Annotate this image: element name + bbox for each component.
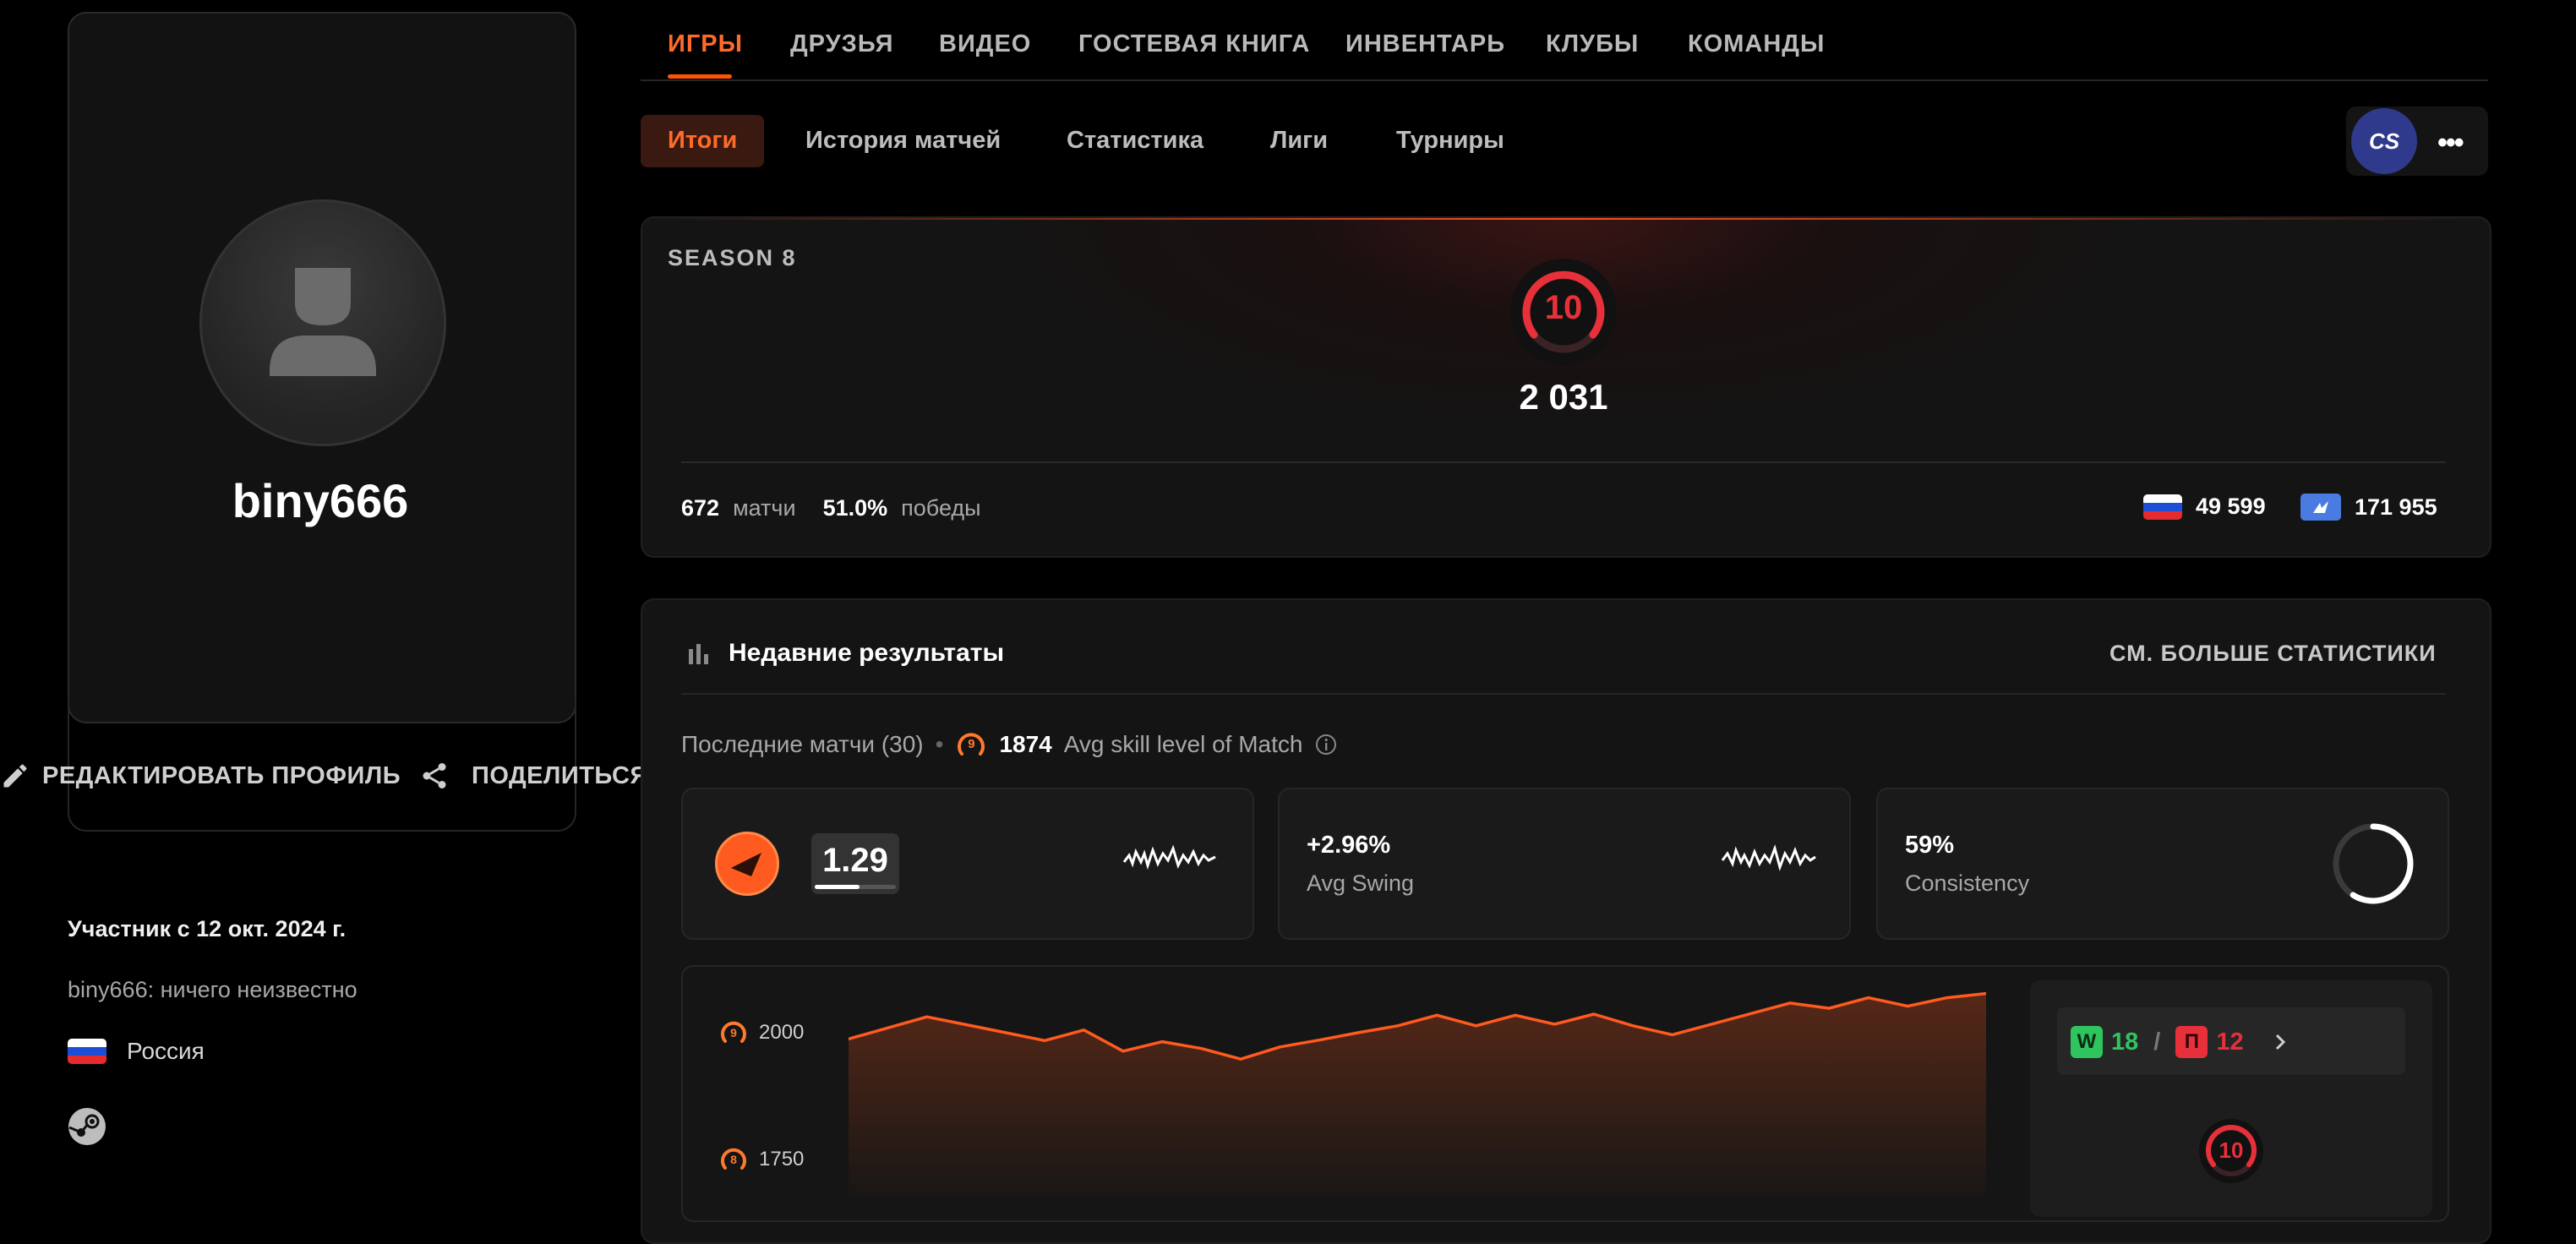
elo-line-chart [849,991,1986,1195]
share-label: ПОДЕЛИТЬСЯ [472,761,648,789]
region-ranking[interactable]: 171 955 [2300,494,2437,521]
russia-flag-icon [68,1039,106,1064]
region-rank-value: 171 955 [2355,494,2437,520]
country-ranking[interactable]: 49 599 [2143,494,2266,520]
consistency-label: Consistency [1905,870,2030,896]
region-icon [2300,494,2341,521]
swing-sparkline [1721,844,1816,871]
matches-count: 672 [681,495,720,521]
subtab-overview[interactable]: Итоги [668,127,737,155]
separator-dot: • [935,731,944,757]
country-name: Россия [127,1038,205,1064]
rating-sparkline [1122,844,1216,870]
cs-game-icon[interactable]: CS [2351,108,2417,174]
tabs-divider [641,79,2488,81]
tab-teams[interactable]: КОМАНДЫ [1688,30,1825,58]
russia-flag-icon [2143,494,2182,520]
rating-box: 1.29 [811,833,899,894]
level-value: 10 [1544,289,1583,326]
tab-inventory[interactable]: ИНВЕНТАРЬ [1345,30,1505,58]
share-icon [423,763,446,788]
user-placeholder-icon [270,268,376,376]
see-more-stats-link[interactable]: СМ. БОЛЬШЕ СТАТИСТИКИ [2109,641,2437,667]
y-tick-2000: 9 2000 [718,1018,804,1048]
swing-label: Avg Swing [1307,870,1415,896]
swing-value: +2.96% [1307,832,1391,859]
y-tick-1750: 8 1750 [718,1144,804,1175]
consistency-ring [2333,823,2414,904]
elo-value: 2 031 [1519,377,1608,417]
tick-level: 8 [730,1153,737,1166]
tick-label: 2000 [759,1021,805,1044]
season-summary: 672 матчи 51.0% победы [681,495,981,521]
tab-games[interactable]: ИГРЫ [668,30,743,58]
season-divider [681,461,2446,463]
subtab-match-history[interactable]: История матчей [805,127,1001,155]
country-rank-value: 49 599 [2196,494,2266,519]
bar-chart-icon [686,641,712,670]
tab-clubs[interactable]: КЛУБЫ [1546,30,1639,58]
level-badge: 10 [1510,259,1617,365]
loss-badge: П [2175,1026,2208,1058]
share-button[interactable]: ПОДЕЛИТЬСЯ [419,759,648,793]
recent-divider [681,693,2446,695]
active-tab-indicator [668,74,732,79]
level-9-icon: 9 [718,1018,749,1048]
last-matches-label: Последние матчи (30) [681,731,924,757]
rating-icon [715,832,779,896]
profile-bio: biny666: ничего неизвестно [68,977,357,1002]
subtab-leagues[interactable]: Лиги [1270,127,1328,155]
tab-friends[interactable]: ДРУЗЬЯ [790,30,893,58]
chevron-right-icon [2275,1034,2285,1050]
avatar[interactable] [199,199,446,446]
avg-level-icon: 9 [955,728,987,761]
winrate-label: победы [901,495,981,521]
avg-skill-label: Avg skill level of Match [1063,731,1303,757]
win-badge: W [2071,1026,2103,1058]
recent-results-title: Недавние результаты [729,639,1005,667]
record-level-badge: 10 [2199,1119,2263,1183]
pencil-icon [3,764,27,788]
country-row: Россия [68,1038,205,1065]
edit-profile-button[interactable]: РЕДАКТИРОВАТЬ ПРОФИЛЬ [0,759,401,793]
wins-count: 18 [2111,1028,2139,1056]
subtab-tournaments[interactable]: Турниры [1396,127,1504,155]
tick-level: 9 [730,1026,737,1039]
avg-level-value: 9 [968,737,975,751]
avg-skill-value: 1874 [999,731,1052,757]
username: biny666 [232,474,409,527]
elo-area [849,993,1986,1195]
rating-value: 1.29 [822,842,888,879]
winrate-value: 51.0% [822,495,888,521]
season-label: SEASON 8 [668,245,797,270]
consistency-value: 59% [1905,832,1955,859]
win-loss-record: W 18 / П 12 [2071,1026,2293,1058]
record-level-value: 10 [2219,1138,2244,1163]
tab-guestbook[interactable]: ГОСТЕВАЯ КНИГА [1078,30,1310,58]
member-since: Участник с 12 окт. 2024 г. [68,916,347,941]
more-options-icon[interactable]: ••• [2437,127,2464,160]
matches-label: матчи [733,495,796,521]
steam-icon[interactable] [68,1107,106,1150]
losses-count: 12 [2216,1028,2244,1056]
info-icon[interactable] [1314,733,1338,756]
tick-label: 1750 [759,1148,805,1170]
record-separator: / [2153,1028,2161,1056]
edit-profile-label: РЕДАКТИРОВАТЬ ПРОФИЛЬ [42,761,401,789]
tab-video[interactable]: ВИДЕО [939,30,1031,58]
last-matches-row: Последние матчи (30) • 9 1874 Avg skill … [681,728,1338,761]
level-8-icon: 8 [718,1144,749,1175]
rating-progress [815,885,860,889]
subtab-statistics[interactable]: Статистика [1067,127,1203,155]
